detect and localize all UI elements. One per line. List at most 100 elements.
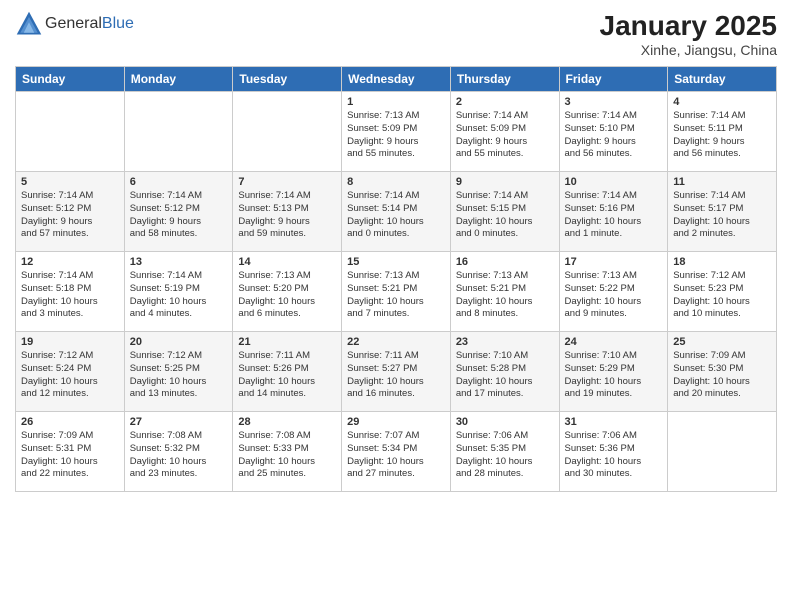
day-info: Sunrise: 7:09 AM Sunset: 5:31 PM Dayligh… bbox=[21, 430, 119, 481]
header-saturday: Saturday bbox=[668, 67, 777, 92]
day-info: Sunrise: 7:08 AM Sunset: 5:32 PM Dayligh… bbox=[130, 430, 228, 481]
day-number: 22 bbox=[347, 336, 445, 348]
calendar-cell: 29 Sunrise: 7:07 AM Sunset: 5:34 PM Dayli… bbox=[342, 412, 451, 492]
day-number: 13 bbox=[130, 256, 228, 268]
calendar-table: Sunday Monday Tuesday Wednesday Thursday… bbox=[15, 66, 777, 492]
calendar-cell: 16 Sunrise: 7:13 AM Sunset: 5:21 PM Dayli… bbox=[450, 252, 559, 332]
day-number: 2 bbox=[456, 96, 554, 108]
calendar-cell: 28Sunrise: 7:08 AM Sunset: 5:33 PM Dayli… bbox=[233, 412, 342, 492]
calendar-cell: 2 Sunrise: 7:14 AM Sunset: 5:09 PM Daylig… bbox=[450, 92, 559, 172]
logo-general: General bbox=[45, 15, 102, 32]
day-number: 24 bbox=[565, 336, 663, 348]
day-number: 19 bbox=[21, 336, 119, 348]
day-info: Sunrise: 7:14 AM Sunset: 5:12 PM Dayligh… bbox=[21, 190, 119, 241]
day-number: 5 bbox=[21, 176, 119, 188]
day-number: 6 bbox=[130, 176, 228, 188]
calendar-cell: 21Sunrise: 7:11 AM Sunset: 5:26 PM Dayli… bbox=[233, 332, 342, 412]
day-info: Sunrise: 7:13 AM Sunset: 5:09 PM Dayligh… bbox=[347, 110, 445, 161]
day-info: Sunrise: 7:06 AM Sunset: 5:36 PM Dayligh… bbox=[565, 430, 663, 481]
calendar-cell: 15 Sunrise: 7:13 AM Sunset: 5:21 PM Dayli… bbox=[342, 252, 451, 332]
calendar-cell bbox=[124, 92, 233, 172]
header-tuesday: Tuesday bbox=[233, 67, 342, 92]
calendar-cell: 11Sunrise: 7:14 AM Sunset: 5:17 PM Dayli… bbox=[668, 172, 777, 252]
day-info: Sunrise: 7:14 AM Sunset: 5:12 PM Dayligh… bbox=[130, 190, 228, 241]
header-friday: Friday bbox=[559, 67, 668, 92]
calendar-header-row: Sunday Monday Tuesday Wednesday Thursday… bbox=[16, 67, 777, 92]
day-number: 29 bbox=[347, 416, 445, 428]
header-wednesday: Wednesday bbox=[342, 67, 451, 92]
day-info: Sunrise: 7:13 AM Sunset: 5:21 PM Dayligh… bbox=[456, 270, 554, 321]
day-info: Sunrise: 7:13 AM Sunset: 5:22 PM Dayligh… bbox=[565, 270, 663, 321]
day-number: 20 bbox=[130, 336, 228, 348]
calendar-cell: 18Sunrise: 7:12 AM Sunset: 5:23 PM Dayli… bbox=[668, 252, 777, 332]
calendar-week-1: 1Sunrise: 7:13 AM Sunset: 5:09 PM Daylig… bbox=[16, 92, 777, 172]
calendar-cell: 6 Sunrise: 7:14 AM Sunset: 5:12 PM Daylig… bbox=[124, 172, 233, 252]
day-number: 27 bbox=[130, 416, 228, 428]
calendar-cell: 9 Sunrise: 7:14 AM Sunset: 5:15 PM Daylig… bbox=[450, 172, 559, 252]
logo-blue: Blue bbox=[102, 15, 134, 32]
calendar-cell: 14 Sunrise: 7:13 AM Sunset: 5:20 PM Dayli… bbox=[233, 252, 342, 332]
day-info: Sunrise: 7:13 AM Sunset: 5:21 PM Dayligh… bbox=[347, 270, 445, 321]
calendar-cell: 3Sunrise: 7:14 AM Sunset: 5:10 PM Daylig… bbox=[559, 92, 668, 172]
day-info: Sunrise: 7:11 AM Sunset: 5:27 PM Dayligh… bbox=[347, 350, 445, 401]
logo-text: GeneralBlue bbox=[45, 15, 134, 33]
calendar-cell: 25 Sunrise: 7:09 AM Sunset: 5:30 PM Dayli… bbox=[668, 332, 777, 412]
calendar-container: GeneralBlue January 2025 Xinhe, Jiangsu,… bbox=[0, 0, 792, 612]
day-number: 9 bbox=[456, 176, 554, 188]
calendar-cell bbox=[233, 92, 342, 172]
calendar-cell: 27 Sunrise: 7:08 AM Sunset: 5:32 PM Dayli… bbox=[124, 412, 233, 492]
day-info: Sunrise: 7:06 AM Sunset: 5:35 PM Dayligh… bbox=[456, 430, 554, 481]
calendar-cell: 22 Sunrise: 7:11 AM Sunset: 5:27 PM Dayli… bbox=[342, 332, 451, 412]
calendar-cell: 20 Sunrise: 7:12 AM Sunset: 5:25 PM Dayli… bbox=[124, 332, 233, 412]
day-number: 3 bbox=[565, 96, 663, 108]
calendar-cell: 10 Sunrise: 7:14 AM Sunset: 5:16 PM Dayli… bbox=[559, 172, 668, 252]
day-info: Sunrise: 7:11 AM Sunset: 5:26 PM Dayligh… bbox=[238, 350, 336, 401]
month-title: January 2025 bbox=[600, 10, 777, 42]
calendar-week-5: 26 Sunrise: 7:09 AM Sunset: 5:31 PM Dayli… bbox=[16, 412, 777, 492]
day-info: Sunrise: 7:14 AM Sunset: 5:09 PM Dayligh… bbox=[456, 110, 554, 161]
header-sunday: Sunday bbox=[16, 67, 125, 92]
day-info: Sunrise: 7:14 AM Sunset: 5:13 PM Dayligh… bbox=[238, 190, 336, 241]
day-info: Sunrise: 7:14 AM Sunset: 5:15 PM Dayligh… bbox=[456, 190, 554, 241]
day-info: Sunrise: 7:14 AM Sunset: 5:16 PM Dayligh… bbox=[565, 190, 663, 241]
calendar-week-3: 12Sunrise: 7:14 AM Sunset: 5:18 PM Dayli… bbox=[16, 252, 777, 332]
calendar-cell: 8 Sunrise: 7:14 AM Sunset: 5:14 PM Daylig… bbox=[342, 172, 451, 252]
day-info: Sunrise: 7:07 AM Sunset: 5:34 PM Dayligh… bbox=[347, 430, 445, 481]
day-number: 4 bbox=[673, 96, 771, 108]
calendar-cell: 26 Sunrise: 7:09 AM Sunset: 5:31 PM Dayli… bbox=[16, 412, 125, 492]
calendar-cell: 31 Sunrise: 7:06 AM Sunset: 5:36 PM Dayli… bbox=[559, 412, 668, 492]
calendar-cell: 5 Sunrise: 7:14 AM Sunset: 5:12 PM Daylig… bbox=[16, 172, 125, 252]
day-number: 16 bbox=[456, 256, 554, 268]
logo-icon bbox=[15, 10, 43, 38]
day-info: Sunrise: 7:12 AM Sunset: 5:24 PM Dayligh… bbox=[21, 350, 119, 401]
day-number: 15 bbox=[347, 256, 445, 268]
day-number: 26 bbox=[21, 416, 119, 428]
title-block: January 2025 Xinhe, Jiangsu, China bbox=[600, 10, 777, 58]
logo: GeneralBlue bbox=[15, 10, 134, 38]
day-number: 18 bbox=[673, 256, 771, 268]
day-info: Sunrise: 7:14 AM Sunset: 5:14 PM Dayligh… bbox=[347, 190, 445, 241]
day-info: Sunrise: 7:12 AM Sunset: 5:25 PM Dayligh… bbox=[130, 350, 228, 401]
day-number: 28 bbox=[238, 416, 336, 428]
day-number: 8 bbox=[347, 176, 445, 188]
day-info: Sunrise: 7:10 AM Sunset: 5:28 PM Dayligh… bbox=[456, 350, 554, 401]
calendar-cell bbox=[16, 92, 125, 172]
day-number: 25 bbox=[673, 336, 771, 348]
calendar-cell: 13Sunrise: 7:14 AM Sunset: 5:19 PM Dayli… bbox=[124, 252, 233, 332]
calendar-cell: 19 Sunrise: 7:12 AM Sunset: 5:24 PM Dayli… bbox=[16, 332, 125, 412]
day-number: 31 bbox=[565, 416, 663, 428]
day-number: 14 bbox=[238, 256, 336, 268]
calendar-cell: 7Sunrise: 7:14 AM Sunset: 5:13 PM Daylig… bbox=[233, 172, 342, 252]
calendar-week-2: 5 Sunrise: 7:14 AM Sunset: 5:12 PM Daylig… bbox=[16, 172, 777, 252]
header-thursday: Thursday bbox=[450, 67, 559, 92]
day-info: Sunrise: 7:10 AM Sunset: 5:29 PM Dayligh… bbox=[565, 350, 663, 401]
day-info: Sunrise: 7:14 AM Sunset: 5:11 PM Dayligh… bbox=[673, 110, 771, 161]
calendar-cell: 12Sunrise: 7:14 AM Sunset: 5:18 PM Dayli… bbox=[16, 252, 125, 332]
calendar-cell: 4 Sunrise: 7:14 AM Sunset: 5:11 PM Daylig… bbox=[668, 92, 777, 172]
day-number: 10 bbox=[565, 176, 663, 188]
day-number: 17 bbox=[565, 256, 663, 268]
day-info: Sunrise: 7:09 AM Sunset: 5:30 PM Dayligh… bbox=[673, 350, 771, 401]
header: GeneralBlue January 2025 Xinhe, Jiangsu,… bbox=[15, 10, 777, 58]
day-info: Sunrise: 7:13 AM Sunset: 5:20 PM Dayligh… bbox=[238, 270, 336, 321]
calendar-cell: 1Sunrise: 7:13 AM Sunset: 5:09 PM Daylig… bbox=[342, 92, 451, 172]
